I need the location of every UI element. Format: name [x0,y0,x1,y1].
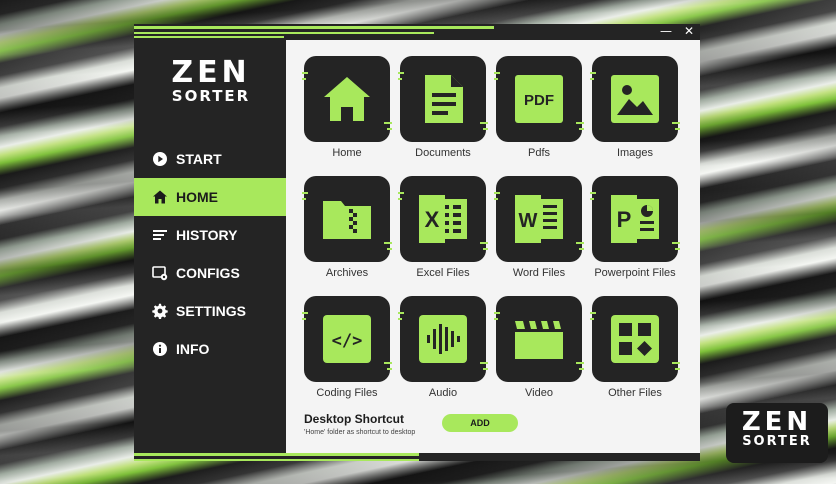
svg-text:</>: </> [332,331,363,351]
svg-text:X: X [425,207,440,232]
sidebar-item-info[interactable]: INFO [134,330,286,368]
tile-button[interactable] [590,296,680,382]
svg-text:W: W [519,210,538,232]
category-grid: Home Documents PDF Pdfs Images Archives … [302,56,684,416]
sidebar-item-label: CONFIGS [176,265,240,281]
tile-images[interactable]: Images [590,56,680,176]
play-circle-icon [152,151,168,167]
bottom-accent-line [134,459,419,461]
add-shortcut-button[interactable]: ADD [442,414,518,432]
tile-label: Documents [415,147,471,159]
app-logo: ZEN SORTER [156,55,266,105]
sidebar-item-home[interactable]: HOME [134,178,286,216]
tile-label: Archives [325,267,369,279]
tile-coding-files[interactable]: </> Coding Files [302,296,392,416]
sidebar-item-start[interactable]: START [134,140,286,178]
title-bar[interactable]: — ✕ [134,24,700,40]
powerpoint-icon: P [609,193,661,245]
tile-button[interactable]: PDF [494,56,584,142]
tile-label: Images [616,147,654,159]
config-icon [152,265,168,281]
tile-button[interactable] [590,56,680,142]
tile-button[interactable] [398,56,488,142]
code-icon: </> [321,313,373,365]
tile-button[interactable] [494,296,584,382]
tile-home[interactable]: Home [302,56,392,176]
shortcut-title: Desktop Shortcut [304,412,405,426]
tile-archives[interactable]: Archives [302,176,392,296]
pdf-icon: PDF [513,73,565,125]
tile-label: Word Files [512,267,566,279]
shortcut-description: 'Home' folder as shortcut to desktop [304,429,416,436]
tile-label: Home [332,147,362,159]
title-accent-line [134,26,494,29]
tile-word-files[interactable]: W Word Files [494,176,584,296]
tile-button[interactable]: </> [302,296,392,382]
archive-icon [321,193,373,245]
tile-label: Video [525,387,553,399]
tile-powerpoint-files[interactable]: P Powerpoint Files [590,176,680,296]
audio-icon [417,313,469,365]
tile-button[interactable] [302,176,392,262]
logo-zen: ZEN [741,407,813,437]
tile-label: Pdfs [527,147,550,159]
info-icon [152,341,168,357]
desktop-shortcut-section: Desktop Shortcut 'Home' folder as shortc… [304,412,684,448]
sidebar: ZEN SORTER START HOME HISTORY CONFIGS SE… [134,40,419,461]
sidebar-item-label: INFO [176,341,210,357]
tile-label: Audio [428,387,458,399]
tile-video[interactable]: Video [494,296,584,416]
logo-zen: ZEN [171,55,251,90]
title-accent-line [134,32,434,34]
video-icon [513,313,565,365]
main-panel: Home Documents PDF Pdfs Images Archives … [286,40,700,453]
tile-pdfs[interactable]: PDF Pdfs [494,56,584,176]
tile-label: Powerpoint Files [594,267,676,279]
tile-documents[interactable]: Documents [398,56,488,176]
image-icon [609,73,661,125]
other-files-icon [609,313,661,365]
tile-button[interactable] [302,56,392,142]
word-icon: W [513,193,565,245]
app-window: — ✕ ZEN SORTER START HOME HISTORY CONFIG… [134,24,700,461]
sidebar-nav: START HOME HISTORY CONFIGS SETTINGS INFO [134,140,286,368]
excel-icon: X [417,193,469,245]
sidebar-item-settings[interactable]: SETTINGS [134,292,286,330]
tile-audio[interactable]: Audio [398,296,488,416]
logo-sorter: SORTER [742,434,812,449]
tile-button[interactable]: P [590,176,680,262]
tile-label: Excel Files [416,267,470,279]
svg-text:PDF: PDF [524,92,554,109]
tile-button[interactable]: X [398,176,488,262]
bottom-accent-line [134,453,419,456]
sidebar-item-configs[interactable]: CONFIGS [134,254,286,292]
home-icon [152,189,168,205]
title-accent-line [134,36,284,38]
tile-label: Coding Files [316,387,378,399]
sidebar-item-label: HOME [176,189,218,205]
logo-sorter: SORTER [171,87,251,105]
close-button[interactable]: ✕ [678,24,700,38]
sidebar-item-label: START [176,151,222,167]
list-icon [152,227,168,243]
tile-label: Other Files [608,387,662,399]
tile-other-files[interactable]: Other Files [590,296,680,416]
svg-text:P: P [617,207,632,232]
tile-excel-files[interactable]: X Excel Files [398,176,488,296]
sidebar-item-label: SETTINGS [176,303,247,319]
sidebar-item-label: HISTORY [176,227,238,243]
gear-icon [152,303,168,319]
tile-button[interactable] [398,296,488,382]
sidebar-item-history[interactable]: HISTORY [134,216,286,254]
corner-logo: ZEN SORTER [726,403,828,463]
tile-button[interactable]: W [494,176,584,262]
home-icon [321,73,373,125]
document-icon [417,73,469,125]
minimize-button[interactable]: — [655,24,677,38]
